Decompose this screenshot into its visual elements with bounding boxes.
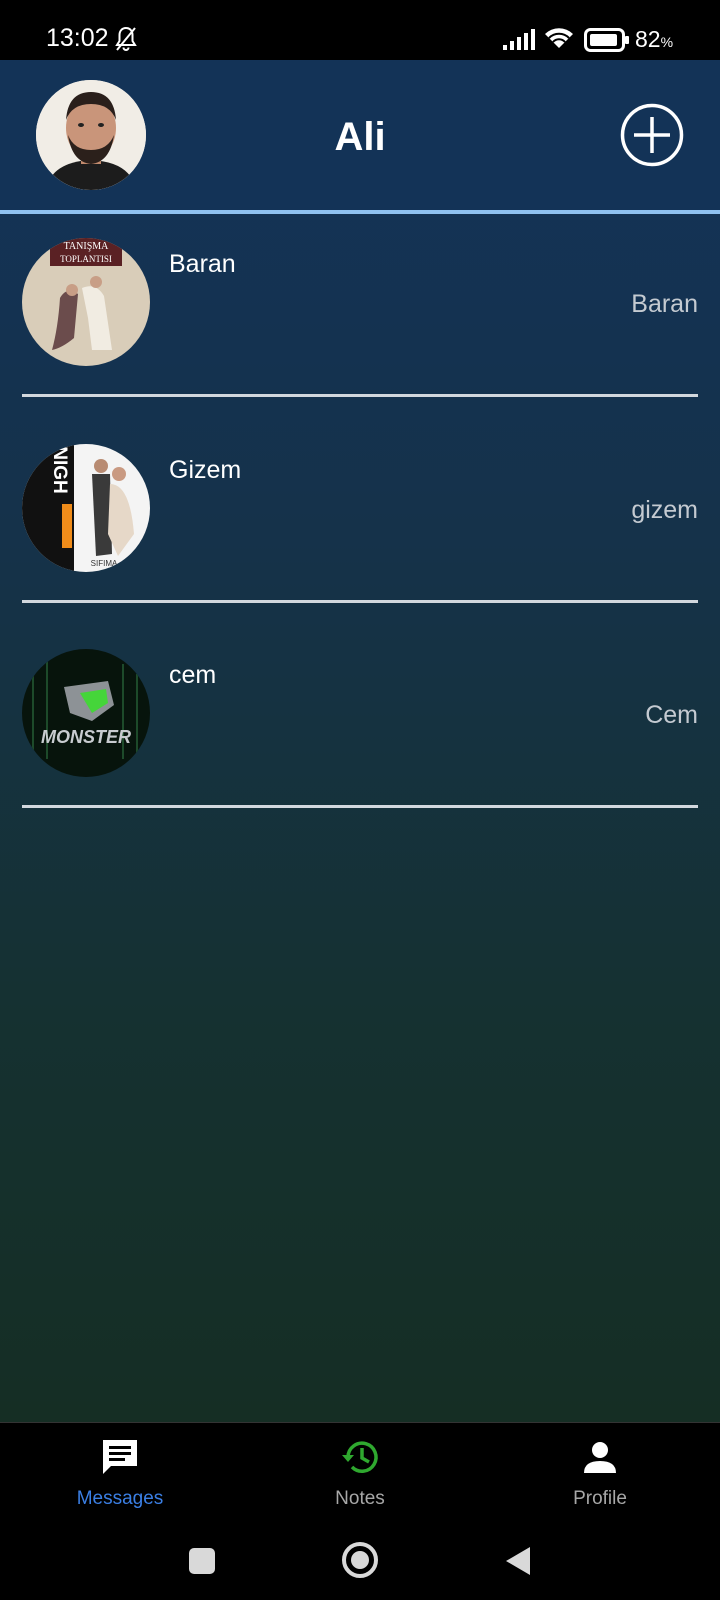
chat-avatar-image: TANIŞMA TOPLANTISI (22, 238, 150, 366)
avatar-caption-2: SIFIMA (91, 559, 118, 568)
tab-label: Profile (573, 1488, 627, 1509)
chat-item-baran[interactable]: TANIŞMA TOPLANTISI Baran Baran (0, 214, 720, 419)
chat-name: Gizem (169, 456, 242, 484)
chat-name: cem (169, 661, 217, 689)
status-time: 13:02 (46, 24, 109, 52)
chat-divider (22, 805, 698, 808)
signal-icon (503, 29, 535, 50)
battery-unit: % (660, 34, 674, 50)
avatar-caption-1: MONSTER (41, 727, 131, 747)
avatar-caption-1: NIGH (49, 446, 70, 494)
bottom-nav: Messages Notes Profile (0, 1422, 720, 1522)
status-bar: 13:02 82% (0, 0, 720, 60)
chat-name: Baran (169, 250, 236, 278)
history-icon (342, 1441, 378, 1473)
battery-icon (584, 28, 629, 52)
recents-icon[interactable] (188, 1547, 216, 1575)
home-icon[interactable] (341, 1541, 379, 1579)
header: Ali (0, 60, 720, 210)
person-icon (584, 1442, 616, 1473)
chat-avatar-image: NIGH SIFIMA (22, 444, 150, 572)
chat-avatar: NIGH SIFIMA (22, 444, 150, 572)
chat-avatar-image: MONSTER (22, 649, 150, 777)
bell-off-icon (115, 26, 137, 51)
chat-avatar: MONSTER (22, 649, 150, 777)
main-area: Ali TANIŞMA TOPLANTISI Baran Baran NIGH … (0, 60, 720, 1422)
tab-label: Notes (335, 1488, 385, 1509)
tab-profile[interactable]: Profile (520, 1423, 680, 1523)
chat-avatar: TANIŞMA TOPLANTISI (22, 238, 150, 366)
message-icon (103, 1440, 137, 1474)
avatar-caption-2: TOPLANTISI (60, 254, 112, 264)
chat-subtitle: Cem (645, 701, 698, 729)
add-chat-button[interactable] (620, 103, 684, 167)
system-nav-bar (0, 1522, 720, 1600)
battery-value: 82 (635, 26, 661, 52)
back-icon[interactable] (504, 1545, 532, 1577)
chat-subtitle: gizem (631, 496, 698, 524)
chat-subtitle: Baran (631, 290, 698, 318)
page-title: Ali (334, 115, 386, 159)
chat-item-cem[interactable]: MONSTER cem Cem (0, 625, 720, 830)
battery-percent: 82% (635, 26, 673, 53)
tab-messages[interactable]: Messages (40, 1423, 200, 1523)
tab-notes[interactable]: Notes (280, 1423, 440, 1523)
tab-label: Messages (76, 1488, 164, 1509)
wifi-icon (545, 28, 573, 48)
chat-divider (22, 600, 698, 603)
avatar-caption-1: TANIŞMA (64, 241, 110, 252)
chat-divider (22, 394, 698, 397)
chat-item-gizem[interactable]: NIGH SIFIMA Gizem gizem (0, 420, 720, 625)
